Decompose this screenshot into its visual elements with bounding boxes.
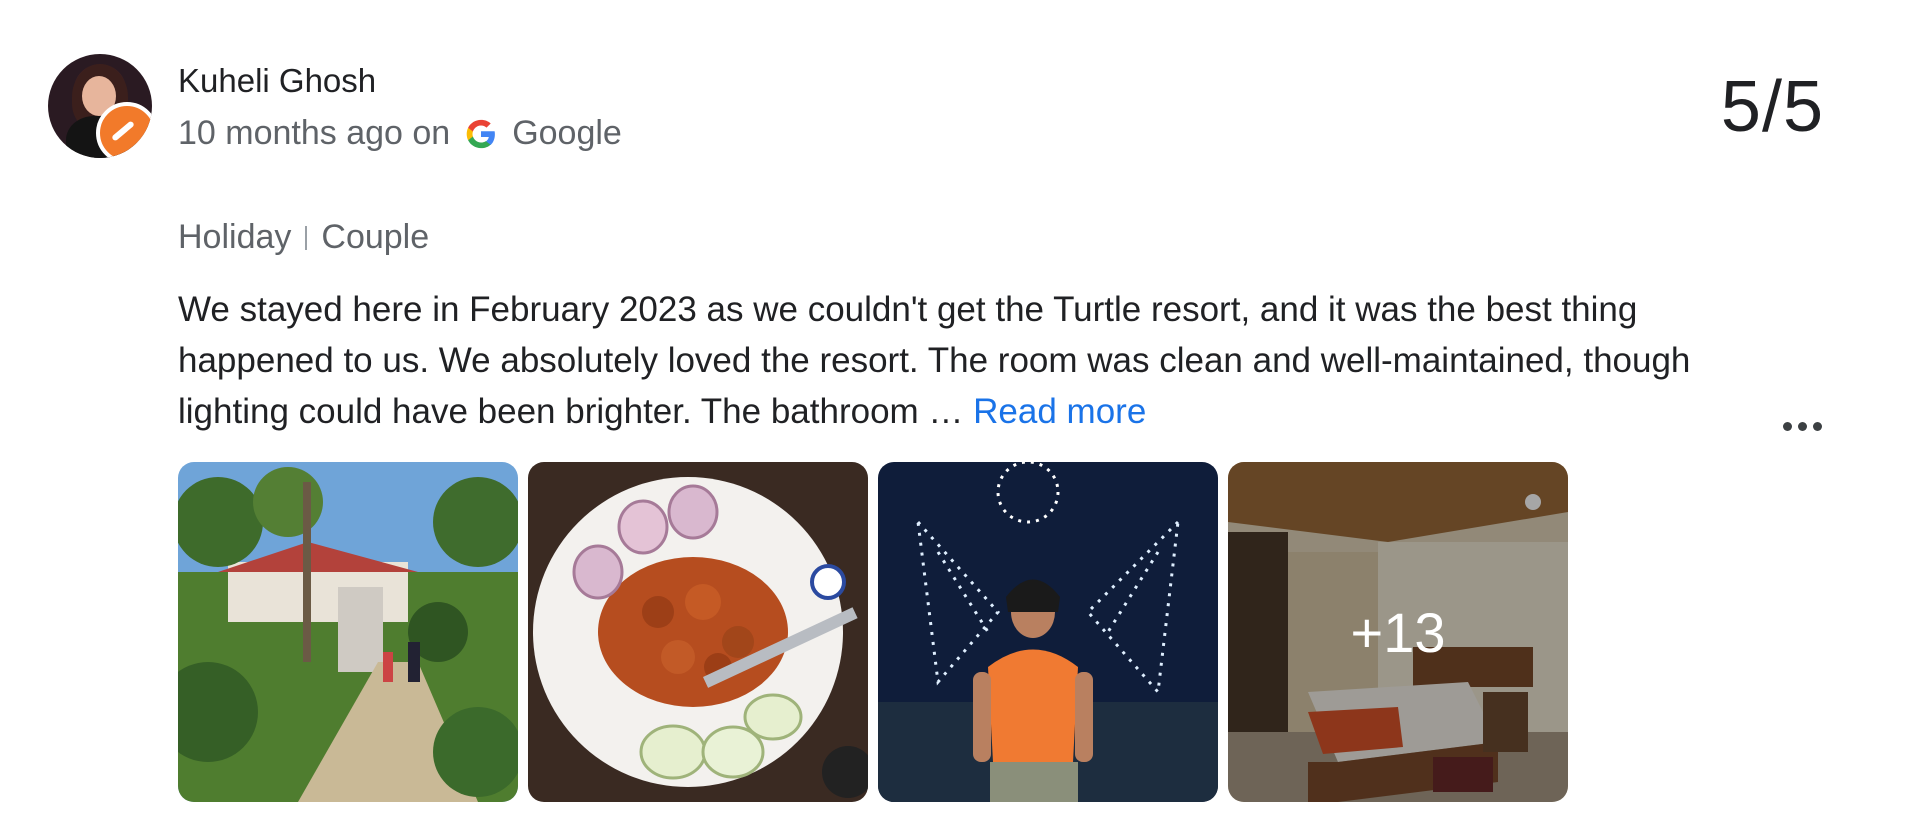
review-source: Google [512,114,622,152]
night-lights-photo-image [878,462,1218,802]
tag-travel-group: Couple [321,218,430,256]
more-horizontal-icon [1782,421,1792,431]
trip-tags: Holiday Couple [178,218,429,257]
more-options-button[interactable] [1774,406,1830,446]
food-photo-image [528,462,868,802]
review-meta: 10 months ago on Google [178,114,622,153]
more-horizontal-icon [1797,421,1807,431]
google-g-icon [466,119,496,148]
tag-trip-type: Holiday [178,218,292,256]
review-body: We stayed here in February 2023 as we co… [178,290,1691,431]
review-photos: +13 [178,462,1568,802]
review-photo-night-lights[interactable] [878,462,1218,802]
read-more-link[interactable]: Read more [973,392,1146,431]
tag-divider [305,225,308,250]
review-time: 10 months ago on [178,114,451,152]
review-text: We stayed here in February 2023 as we co… [178,284,1738,437]
review-photo-food[interactable] [528,462,868,802]
author-name[interactable]: Kuheli Ghosh [178,62,376,100]
garden-photo-image [178,462,518,802]
more-horizontal-icon [1812,421,1822,431]
more-photos-overlay: +13 [1228,462,1568,802]
review-card: Kuheli Ghosh 10 months ago on Google 5/5… [0,0,1920,836]
local-guide-badge-icon [96,102,152,158]
author-avatar[interactable] [48,54,152,158]
review-rating: 5/5 [1720,67,1824,147]
review-photo-garden[interactable] [178,462,518,802]
review-photo-room[interactable]: +13 [1228,462,1568,802]
